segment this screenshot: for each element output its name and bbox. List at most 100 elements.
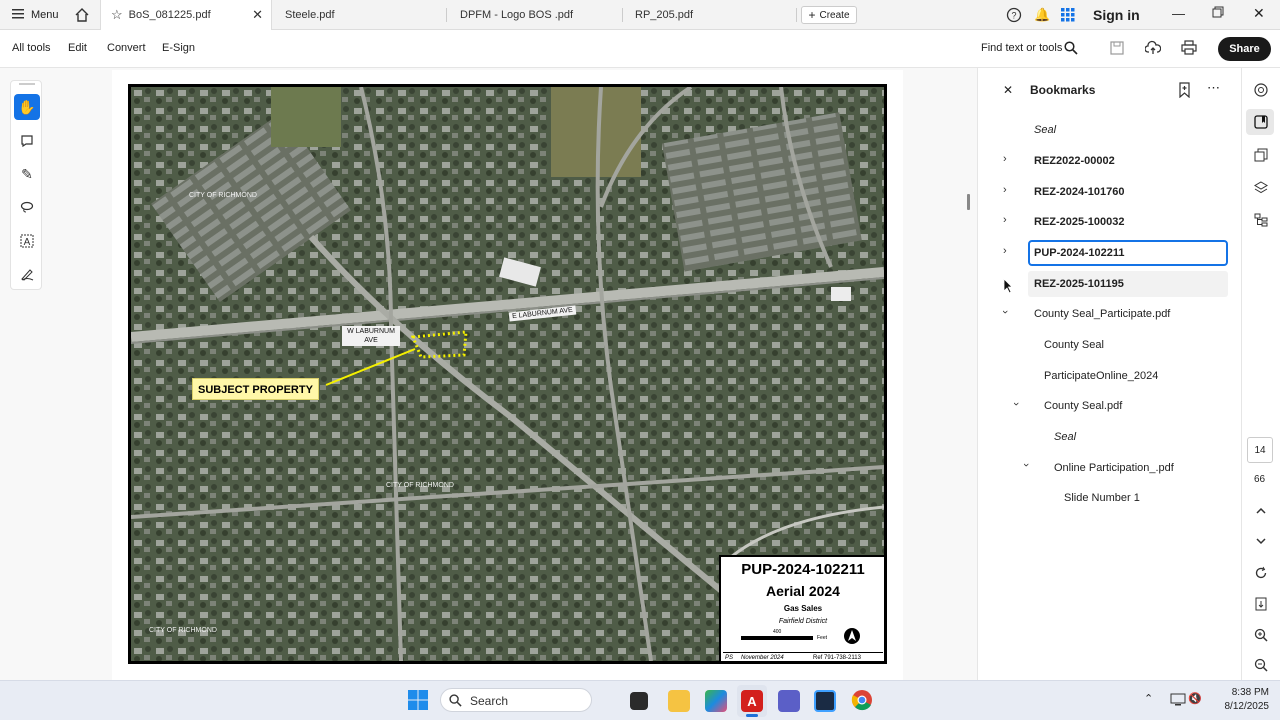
bookmark-item[interactable]: REZ-2024-101760 — [1034, 186, 1125, 198]
text-box-tool-icon[interactable]: A — [14, 228, 40, 254]
chevron-right-icon[interactable]: › — [1003, 184, 1007, 196]
chevron-up-icon[interactable] — [1253, 503, 1269, 519]
tab-bar: Menu ☆ BoS_081225.pdf ✕ Steele.pdf DPFM … — [0, 0, 1280, 30]
webex-icon[interactable] — [814, 690, 836, 712]
add-bookmark-icon[interactable] — [1178, 82, 1192, 101]
adobe-acrobat-icon[interactable]: A — [741, 690, 763, 712]
search-icon[interactable] — [1064, 41, 1078, 58]
zoom-out-icon[interactable] — [1253, 657, 1269, 673]
layers-icon[interactable] — [1253, 180, 1269, 196]
comment-tool-icon[interactable] — [14, 128, 40, 154]
chrome-icon[interactable] — [851, 689, 873, 714]
close-tab-icon[interactable]: ✕ — [252, 7, 263, 23]
rotate-icon[interactable] — [1253, 565, 1269, 581]
bookmark-item-selected[interactable]: PUP-2024-102211 — [1034, 247, 1125, 259]
chevron-down-icon[interactable]: › — [1010, 402, 1022, 406]
bookmark-item[interactable]: County Seal_Participate.pdf — [1034, 308, 1170, 320]
bookmark-rail-icon[interactable] — [1253, 114, 1269, 130]
bookmark-item[interactable]: Seal — [1054, 431, 1076, 443]
extract-page-icon[interactable] — [1253, 596, 1269, 612]
tab-rp-205[interactable]: RP_205.pdf — [625, 0, 795, 30]
bookmark-item[interactable]: Online Participation_.pdf — [1054, 462, 1174, 474]
pages-icon[interactable] — [1253, 147, 1269, 163]
windows-start-icon[interactable] — [407, 689, 429, 714]
tab-label: RP_205.pdf — [635, 9, 694, 21]
mouse-cursor-icon — [1003, 278, 1013, 297]
save-icon[interactable] — [1110, 41, 1124, 58]
chevron-up-icon[interactable]: ⌃ — [1144, 692, 1153, 705]
map-legend: PUP-2024-102211 Aerial 2024 Gas Sales Fa… — [719, 555, 884, 661]
bookmark-item[interactable]: County Seal.pdf — [1044, 400, 1122, 412]
plus-icon: + — [808, 8, 816, 22]
bookmark-item[interactable]: REZ2022-00002 — [1034, 155, 1115, 167]
apps-grid-icon[interactable] — [1061, 8, 1075, 25]
chevron-right-icon[interactable]: › — [1003, 214, 1007, 226]
pen-tool-icon[interactable]: ✎ — [14, 161, 40, 187]
signature-tool-icon[interactable] — [14, 261, 40, 287]
close-window-icon[interactable]: ✕ — [1253, 5, 1265, 22]
chevron-right-icon[interactable]: › — [1003, 153, 1007, 165]
taskbar-date[interactable]: 8/12/2025 — [1214, 701, 1270, 712]
hamburger-icon[interactable] — [12, 8, 24, 23]
legend-date: November 2024 — [741, 655, 784, 661]
file-explorer-icon[interactable] — [668, 690, 690, 712]
teams-icon[interactable] — [778, 690, 800, 712]
bookmark-item[interactable]: Seal — [1034, 124, 1056, 136]
restore-icon[interactable] — [1212, 6, 1224, 21]
chevron-down-icon[interactable]: › — [999, 310, 1011, 314]
chevron-down-icon[interactable]: › — [1020, 463, 1032, 467]
close-panel-icon[interactable]: ✕ — [1003, 83, 1013, 97]
upload-cloud-icon[interactable] — [1144, 40, 1162, 59]
star-icon[interactable]: ☆ — [111, 7, 123, 23]
copilot-icon[interactable] — [705, 690, 727, 712]
city-label: CITY OF RICHMOND — [189, 192, 257, 199]
taskbar-search[interactable]: Search — [440, 688, 592, 712]
chevron-down-icon[interactable] — [1253, 533, 1269, 549]
edit-button[interactable]: Edit — [68, 42, 87, 54]
menu-label[interactable]: Menu — [31, 9, 59, 21]
tab-dpfm-logo[interactable]: DPFM - Logo BOS .pdf — [450, 0, 620, 30]
create-button[interactable]: + Create — [801, 6, 857, 24]
share-button[interactable]: Share — [1218, 37, 1271, 61]
city-label: CITY OF RICHMOND — [149, 627, 217, 634]
bookmark-item[interactable]: REZ-2025-101195 — [1034, 278, 1124, 290]
hand-tool-icon[interactable]: ✋ — [14, 94, 40, 120]
scrollbar-thumb[interactable] — [967, 194, 970, 210]
bookmark-item[interactable]: Slide Number 1 — [1064, 492, 1140, 504]
city-label: CITY OF RICHMOND — [386, 482, 454, 489]
tab-steele[interactable]: Steele.pdf — [275, 0, 445, 30]
all-tools-button[interactable]: All tools — [12, 42, 51, 54]
bookmark-item[interactable]: County Seal — [1044, 339, 1104, 351]
find-text-button[interactable]: Find text or tools — [981, 42, 1062, 54]
chevron-right-icon[interactable]: › — [1003, 245, 1007, 257]
legend-scale-unit: Feet — [817, 635, 828, 641]
taskbar-time[interactable]: 8:38 PM — [1224, 687, 1269, 698]
active-indicator — [746, 714, 758, 717]
volume-muted-icon[interactable]: 🔇 — [1188, 692, 1202, 705]
bookmark-item[interactable]: ParticipateOnline_2024 — [1044, 370, 1158, 382]
tab-label: Steele.pdf — [285, 9, 335, 21]
more-options-icon[interactable]: ⋯ — [1207, 80, 1221, 96]
convert-button[interactable]: Convert — [107, 42, 146, 54]
current-page-field[interactable]: 14 — [1247, 437, 1273, 463]
total-pages: 66 — [1254, 474, 1266, 485]
zoom-in-icon[interactable] — [1253, 627, 1269, 643]
tab-bos-081225[interactable]: ☆ BoS_081225.pdf ✕ — [100, 0, 272, 30]
esign-button[interactable]: E-Sign — [162, 42, 195, 54]
minimize-icon[interactable]: — — [1172, 6, 1185, 21]
structure-icon[interactable] — [1253, 212, 1269, 228]
sign-in-button[interactable]: Sign in — [1093, 7, 1140, 23]
home-icon[interactable] — [74, 7, 90, 26]
lasso-tool-icon[interactable] — [14, 194, 40, 220]
help-icon[interactable]: ? — [1006, 7, 1022, 26]
network-icon[interactable] — [1170, 692, 1186, 709]
svg-text:A: A — [24, 237, 31, 248]
print-icon[interactable] — [1181, 40, 1197, 59]
bell-icon[interactable]: 🔔 — [1034, 7, 1050, 23]
legend-title: Aerial 2024 — [766, 583, 840, 599]
bookmark-item[interactable]: REZ-2025-100032 — [1034, 216, 1125, 228]
task-view-icon[interactable] — [630, 692, 648, 710]
comment-panel-icon[interactable] — [1253, 82, 1269, 98]
legend-case-number: PUP-2024-102211 — [741, 561, 865, 578]
scale-bar — [741, 636, 813, 640]
